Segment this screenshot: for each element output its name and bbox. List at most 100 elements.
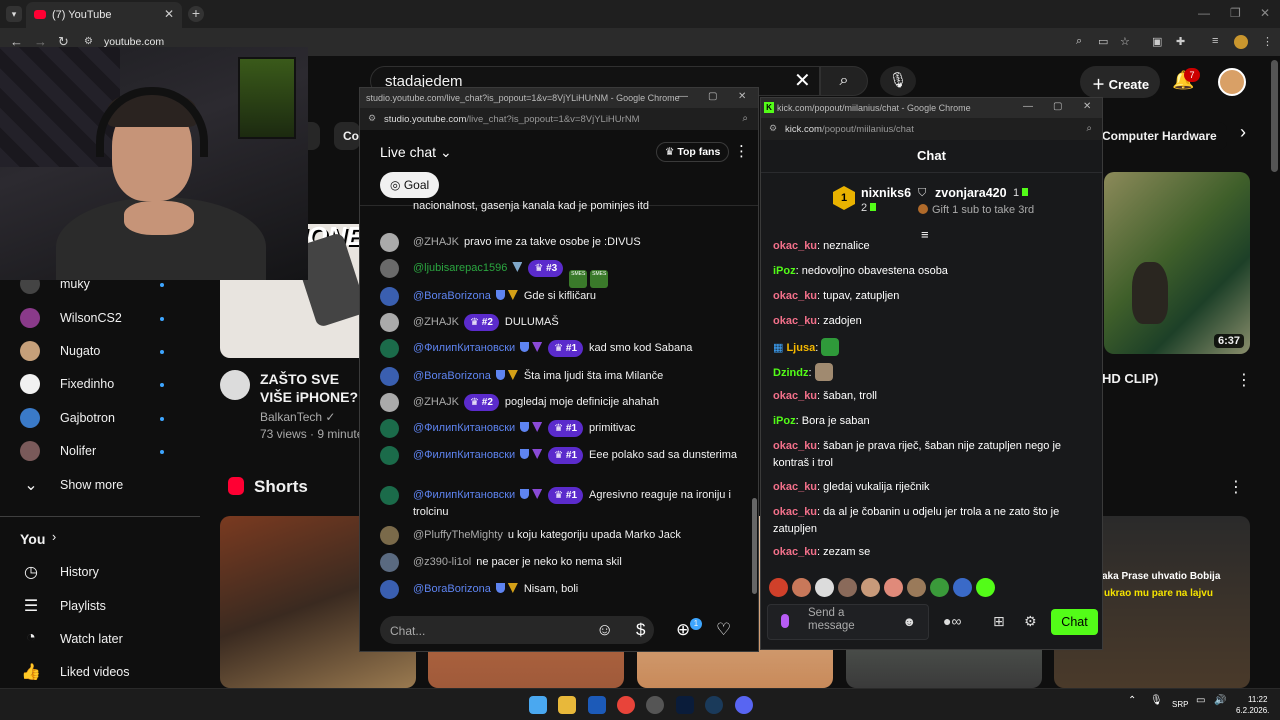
page-scrollbar[interactable] <box>1271 60 1278 172</box>
maximize-icon[interactable]: ▢ <box>1053 101 1062 112</box>
emote-icon[interactable] <box>769 578 788 597</box>
user-avatar[interactable] <box>380 580 399 599</box>
browser-menu-icon[interactable]: ⋮ <box>1262 35 1273 48</box>
emote-icon[interactable] <box>792 578 811 597</box>
emote-icon[interactable] <box>930 578 949 597</box>
chat-username[interactable]: iPoz <box>773 265 796 277</box>
search-icon[interactable]: ⌕ <box>820 66 868 96</box>
minimize-icon[interactable]: — <box>1198 6 1210 20</box>
chat-username[interactable]: okac_ku <box>773 440 817 452</box>
emote-icon[interactable] <box>815 578 834 597</box>
chat-scrollbar[interactable] <box>752 498 757 594</box>
user-avatar[interactable] <box>380 339 399 358</box>
chat-username[interactable]: okac_ku <box>773 546 817 558</box>
create-button[interactable]: ＋ Create <box>1080 66 1160 98</box>
site-info-icon[interactable]: ⚙ <box>368 113 376 124</box>
sidebar-you-header[interactable]: You › <box>20 526 170 554</box>
site-info-icon[interactable]: ⚙ <box>769 123 777 134</box>
author-name[interactable]: @ФилипКитановски <box>413 489 515 501</box>
microphone-icon[interactable]: 🎙 <box>880 66 916 96</box>
more-options-icon[interactable]: ⋮ <box>734 142 749 160</box>
puzzle-icon[interactable]: ✚ <box>1176 35 1185 48</box>
kick-message-input[interactable]: Send a message ☻ <box>767 604 929 640</box>
settings-gear-icon[interactable]: ⚙ <box>1024 613 1037 630</box>
heart-icon[interactable]: ♡ <box>716 620 731 640</box>
emoji-icon[interactable]: ☺ <box>596 620 613 640</box>
photoshop-icon[interactable] <box>676 696 694 714</box>
user-avatar[interactable] <box>380 367 399 386</box>
chat-username[interactable]: Dzindz <box>773 367 808 379</box>
obs-icon[interactable] <box>646 696 664 714</box>
plus-icon[interactable]: ⊕ <box>676 620 690 640</box>
user-avatar[interactable] <box>380 313 399 332</box>
user-avatar[interactable] <box>380 259 399 278</box>
emote-icon[interactable] <box>953 578 972 597</box>
author-name[interactable]: @BoraBorizona <box>413 370 491 382</box>
cast-icon[interactable]: ▭ <box>1098 35 1108 48</box>
author-name[interactable]: @ljubisarepac1596 <box>413 262 507 274</box>
profile-avatar-icon[interactable] <box>1234 35 1248 49</box>
file-explorer-icon[interactable] <box>558 696 576 714</box>
microphone-icon[interactable] <box>781 614 789 628</box>
close-window-icon[interactable]: ✕ <box>738 91 746 102</box>
emote-icon[interactable] <box>907 578 926 597</box>
super-chat-icon[interactable]: $ <box>636 620 645 640</box>
maximize-icon[interactable]: ▢ <box>708 91 717 102</box>
close-window-icon[interactable]: ✕ <box>1083 101 1091 112</box>
video-title[interactable]: ZAŠTO SVE VIŠE iPHONE? <box>260 370 360 406</box>
clock-date[interactable]: 6.2.2026. <box>1236 706 1269 715</box>
user-avatar[interactable] <box>380 233 399 252</box>
emote-icon[interactable] <box>838 578 857 597</box>
minimize-icon[interactable]: — <box>678 91 688 102</box>
sidebar-item-liked-videos[interactable]: 👍 Liked videos <box>20 660 170 688</box>
sidebar-item-playlists[interactable]: ☰ Playlists <box>20 594 170 622</box>
user-avatar[interactable] <box>380 553 399 572</box>
video-thumbnail-right[interactable]: 6:37 <box>1104 172 1250 354</box>
gift-box-icon[interactable]: ⊞ <box>993 613 1005 630</box>
clock-time[interactable]: 11:22 <box>1248 695 1267 704</box>
author-name[interactable]: @z390-li1ol <box>413 556 471 568</box>
show-more-button[interactable]: ⌄ Show more <box>20 473 170 501</box>
tray-chevron-icon[interactable]: ⌃ <box>1128 695 1136 706</box>
author-name[interactable]: @ZHAJK <box>413 316 459 328</box>
chip-2[interactable]: Co <box>334 122 360 150</box>
zoom-icon[interactable]: ⌕ <box>742 113 748 124</box>
author-name[interactable]: @BoraBorizona <box>413 583 491 595</box>
video-title-right[interactable]: HD CLIP) <box>1102 371 1158 386</box>
author-name[interactable]: @ФилипКитановски <box>413 449 515 461</box>
goal-chip[interactable]: ◎ Goal <box>380 172 440 198</box>
bookmark-star-icon[interactable]: ☆ <box>1120 35 1130 48</box>
reading-list-icon[interactable]: ≡ <box>1212 35 1218 47</box>
top-gifter-1-name[interactable]: nixniks6 <box>861 186 911 200</box>
chat-username[interactable]: okac_ku <box>773 240 817 252</box>
sidebar-item-fixedinho[interactable]: Fixedinho <box>20 372 170 400</box>
popout-url-bar[interactable]: ⚙ kick.com/popout/miilanius/chat ⌕ <box>761 118 1102 140</box>
user-avatar[interactable] <box>380 419 399 438</box>
author-name[interactable]: @ZHAJK <box>413 396 459 408</box>
channel-name[interactable]: BalkanTech ✓ <box>260 410 335 424</box>
top-gifter-2-name[interactable]: zvonjara420 <box>935 186 1007 200</box>
extension-icon[interactable]: ▣ <box>1152 35 1162 48</box>
zoom-icon[interactable]: ⌕ <box>1076 35 1082 48</box>
chat-username[interactable]: okac_ku <box>773 481 817 493</box>
chip-computer-hardware[interactable]: Computer Hardware <box>1098 122 1227 150</box>
tab-youtube[interactable]: (7) YouTube ✕ <box>26 2 182 28</box>
windows-start-icon[interactable] <box>529 696 547 714</box>
chat-username[interactable]: iPoz <box>773 415 796 427</box>
live-chat-mode-dropdown[interactable]: Live chat ⌄ <box>380 144 452 161</box>
sidebar-item-gajbotron[interactable]: Gajbotron <box>20 406 170 434</box>
chat-username[interactable]: Ljusa <box>786 342 815 354</box>
emote-icon[interactable] <box>861 578 880 597</box>
site-info-icon[interactable]: ⚙ <box>84 36 93 47</box>
chrome-icon[interactable] <box>617 696 635 714</box>
tab-search-button[interactable]: ▾ <box>6 6 22 22</box>
tray-mic-icon[interactable]: 🎙 <box>1150 695 1163 706</box>
popout-url-bar[interactable]: ⚙ studio.youtube.com/live_chat?is_popout… <box>360 108 758 130</box>
chat-username[interactable]: okac_ku <box>773 506 817 518</box>
account-avatar[interactable] <box>1218 68 1246 96</box>
user-avatar[interactable] <box>380 526 399 545</box>
more-options-icon[interactable]: ⋮ <box>1228 477 1244 497</box>
network-icon[interactable]: ▭ <box>1196 695 1205 706</box>
user-avatar[interactable] <box>380 446 399 465</box>
top-fans-button[interactable]: ♛ Top fans <box>656 142 730 162</box>
